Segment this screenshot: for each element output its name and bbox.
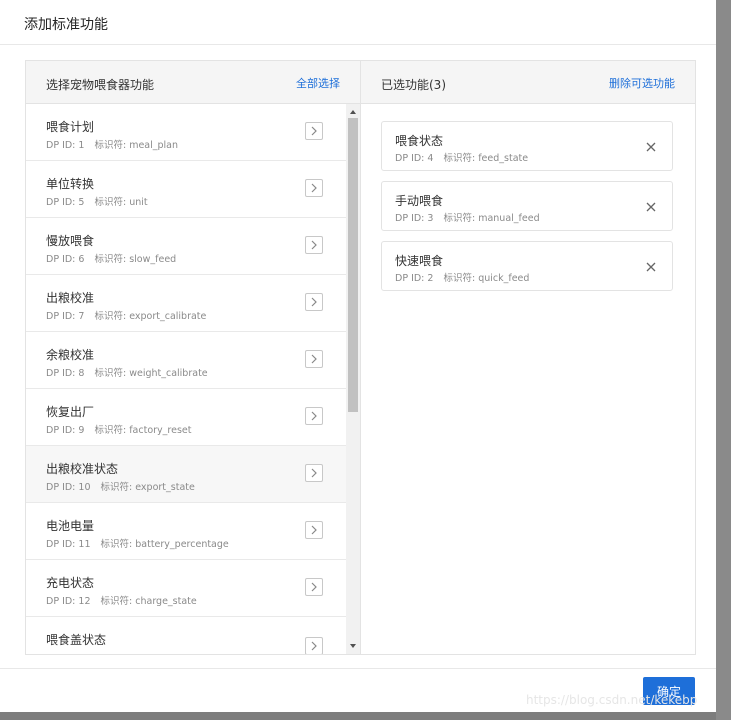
function-meta: DP ID: 10 标识符: export_state xyxy=(46,482,195,493)
chevron-right-icon xyxy=(311,297,317,307)
list-item[interactable]: 单位转换 DP ID: 5 标识符: unit xyxy=(26,161,346,218)
function-name: 电池电量 xyxy=(46,519,95,533)
add-button[interactable] xyxy=(305,293,323,311)
function-name: 手动喂食 xyxy=(395,194,444,208)
chevron-right-icon xyxy=(311,354,317,364)
list-item[interactable]: 恢复出厂 DP ID: 9 标识符: factory_reset xyxy=(26,389,346,446)
select-all-link[interactable]: 全部选择 xyxy=(296,75,340,91)
function-name: 喂食盖状态 xyxy=(46,633,107,647)
add-button[interactable] xyxy=(305,578,323,596)
available-functions-panel: 选择宠物喂食器功能 全部选择 喂食计划 DP ID: 1 标识符: meal_pl… xyxy=(26,61,361,654)
chevron-right-icon xyxy=(311,582,317,592)
add-button[interactable] xyxy=(305,464,323,482)
chevron-right-icon xyxy=(311,525,317,535)
function-meta: DP ID: 11 标识符: battery_percentage xyxy=(46,539,229,550)
list-scrollbar[interactable] xyxy=(346,104,360,654)
function-name: 单位转换 xyxy=(46,177,95,191)
selected-panel-title: 已选功能(3) xyxy=(381,78,446,92)
selected-function-card: 手动喂食 DP ID: 3 标识符: manual_feed xyxy=(381,181,673,231)
function-name: 出粮校准 xyxy=(46,291,95,305)
scrollbar-thumb[interactable] xyxy=(348,118,358,412)
chevron-right-icon xyxy=(311,183,317,193)
function-name: 快速喂食 xyxy=(395,254,444,268)
function-name: 恢复出厂 xyxy=(46,405,95,419)
available-panel-header: 选择宠物喂食器功能 全部选择 xyxy=(26,61,360,104)
watermark: https://blog.csdn.net/kekebp xyxy=(526,693,698,707)
chevron-right-icon xyxy=(311,126,317,136)
chevron-right-icon xyxy=(311,641,317,651)
add-button[interactable] xyxy=(305,407,323,425)
function-name: 充电状态 xyxy=(46,576,95,590)
function-name: 喂食状态 xyxy=(395,134,444,148)
function-name: 喂食计划 xyxy=(46,120,95,134)
scroll-up-icon[interactable] xyxy=(349,108,357,116)
list-item[interactable]: 出粮校准状态 DP ID: 10 标识符: export_state xyxy=(26,446,346,503)
close-icon[interactable] xyxy=(646,202,656,212)
add-button[interactable] xyxy=(305,236,323,254)
list-item[interactable]: 充电状态 DP ID: 12 标识符: charge_state xyxy=(26,560,346,617)
list-item[interactable]: 喂食计划 DP ID: 1 标识符: meal_plan xyxy=(26,104,346,161)
list-item[interactable]: 慢放喂食 DP ID: 6 标识符: slow_feed xyxy=(26,218,346,275)
available-panel-title: 选择宠物喂食器功能 xyxy=(46,78,155,92)
chevron-right-icon xyxy=(311,240,317,250)
function-name: 余粮校准 xyxy=(46,348,95,362)
function-meta: DP ID: 3 标识符: manual_feed xyxy=(395,213,540,224)
function-name: 出粮校准状态 xyxy=(46,462,119,476)
transfer-panels: 选择宠物喂食器功能 全部选择 喂食计划 DP ID: 1 标识符: meal_pl… xyxy=(25,60,696,655)
selected-panel-header: 已选功能(3) 删除可选功能 xyxy=(361,61,695,104)
add-button[interactable] xyxy=(305,521,323,539)
selected-function-card: 快速喂食 DP ID: 2 标识符: quick_feed xyxy=(381,241,673,291)
add-button[interactable] xyxy=(305,122,323,140)
selected-function-card: 喂食状态 DP ID: 4 标识符: feed_state xyxy=(381,121,673,171)
function-meta: DP ID: 1 标识符: meal_plan xyxy=(46,140,179,151)
available-function-list: 喂食计划 DP ID: 1 标识符: meal_plan 单位转换 DP ID: … xyxy=(26,104,346,654)
function-meta: DP ID: 6 标识符: slow_feed xyxy=(46,254,177,265)
list-item[interactable]: 喂食盖状态 xyxy=(26,617,346,654)
chevron-right-icon xyxy=(311,468,317,478)
function-meta: DP ID: 7 标识符: export_calibrate xyxy=(46,311,207,322)
close-icon[interactable] xyxy=(646,262,656,272)
add-button[interactable] xyxy=(305,637,323,654)
function-meta: DP ID: 12 标识符: charge_state xyxy=(46,596,197,607)
dialog-title: 添加标准功能 xyxy=(24,17,108,33)
function-meta: DP ID: 4 标识符: feed_state xyxy=(395,153,529,164)
modal-backdrop xyxy=(716,0,731,720)
list-item[interactable]: 出粮校准 DP ID: 7 标识符: export_calibrate xyxy=(26,275,346,332)
footer-divider xyxy=(0,668,716,669)
selected-functions-panel: 已选功能(3) 删除可选功能 喂食状态 DP ID: 4 标识符: feed_st… xyxy=(361,61,695,654)
scroll-down-icon[interactable] xyxy=(349,642,357,650)
dialog-header: 添加标准功能 xyxy=(0,0,716,45)
add-button[interactable] xyxy=(305,179,323,197)
function-meta: DP ID: 5 标识符: unit xyxy=(46,197,148,208)
remove-optional-link[interactable]: 删除可选功能 xyxy=(609,75,675,91)
function-meta: DP ID: 8 标识符: weight_calibrate xyxy=(46,368,208,379)
add-button[interactable] xyxy=(305,350,323,368)
chevron-right-icon xyxy=(311,411,317,421)
list-item[interactable]: 余粮校准 DP ID: 8 标识符: weight_calibrate xyxy=(26,332,346,389)
function-meta: DP ID: 2 标识符: quick_feed xyxy=(395,273,530,284)
close-icon[interactable] xyxy=(646,142,656,152)
add-standard-function-dialog: 添加标准功能 选择宠物喂食器功能 全部选择 喂食计划 DP ID: 1 标识符: … xyxy=(0,0,716,712)
list-item[interactable]: 电池电量 DP ID: 11 标识符: battery_percentage xyxy=(26,503,346,560)
function-name: 慢放喂食 xyxy=(46,234,95,248)
function-meta: DP ID: 9 标识符: factory_reset xyxy=(46,425,192,436)
